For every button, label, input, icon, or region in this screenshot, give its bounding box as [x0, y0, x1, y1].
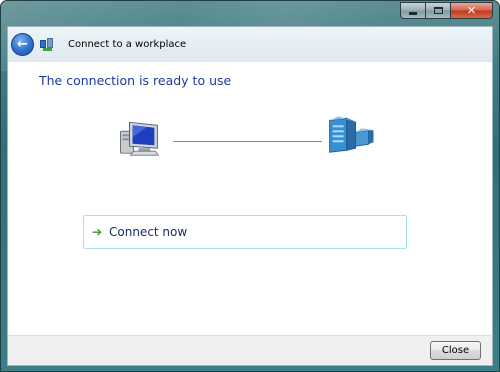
green-arrow-icon: ➔ — [92, 225, 103, 239]
network-wizard-icon — [40, 37, 54, 52]
minimize-icon — [409, 12, 417, 15]
connection-line — [173, 141, 322, 142]
connect-now-label: Connect now — [109, 225, 188, 239]
back-arrow-icon: ← — [17, 37, 28, 52]
caption-buttons: ✕ — [400, 2, 493, 19]
computer-icon — [120, 121, 160, 156]
window-close-button[interactable]: ✕ — [450, 2, 493, 19]
wizard-window: ✕ ← Connect to a workplace The connectio… — [0, 0, 500, 372]
maximize-button[interactable] — [425, 2, 450, 19]
connect-now-option[interactable]: ➔ Connect now — [83, 215, 407, 249]
wizard-content: The connection is ready to use ➔ Connect… — [7, 62, 493, 335]
window-title: Connect to a workplace — [68, 39, 187, 50]
close-button[interactable]: Close — [430, 341, 481, 360]
wizard-header: ← Connect to a workplace — [7, 26, 493, 62]
close-icon: ✕ — [466, 4, 477, 17]
back-button[interactable]: ← — [11, 33, 34, 56]
minimize-button[interactable] — [400, 2, 425, 19]
maximize-icon — [433, 7, 443, 14]
connection-illustration — [120, 116, 374, 156]
button-bar: Close — [7, 335, 493, 366]
server-icon — [329, 116, 374, 153]
